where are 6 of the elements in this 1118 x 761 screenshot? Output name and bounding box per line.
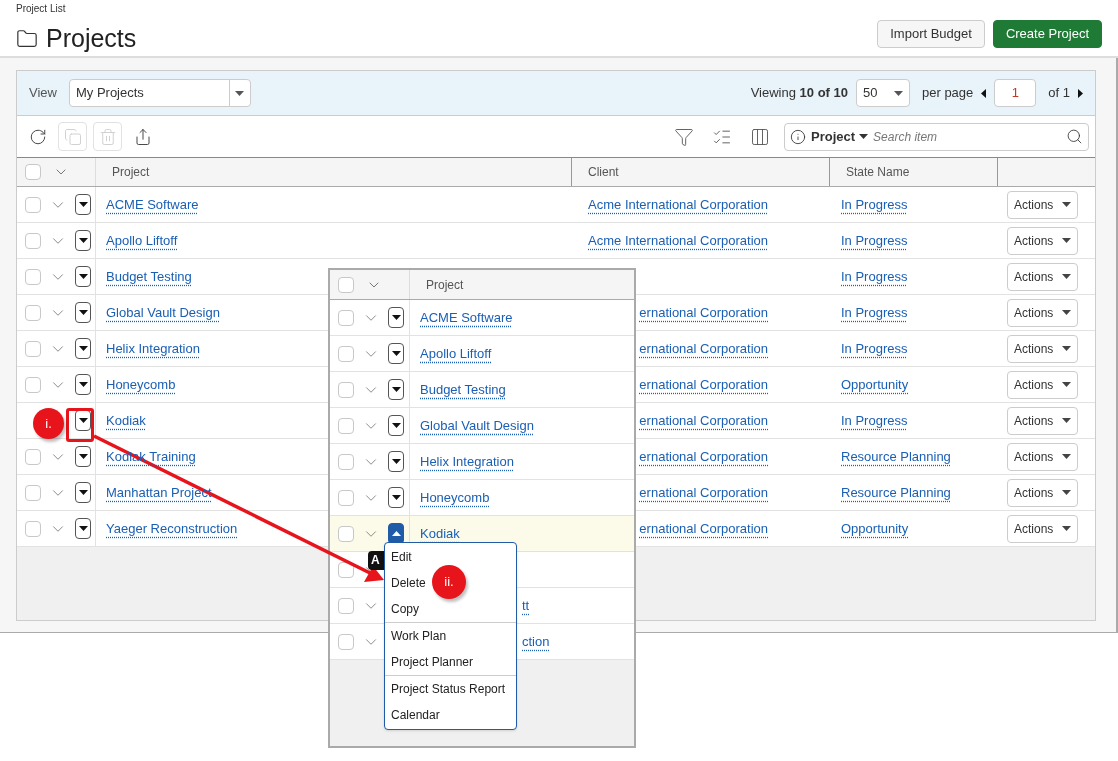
page-title: Projects [46,23,137,54]
per-page-label: per page [922,84,974,103]
tooltip: A [368,551,384,570]
page-total: of 1 [1048,84,1070,103]
viewing-count: Viewing 10 of 10 [750,84,848,103]
view-label: View [29,84,57,103]
